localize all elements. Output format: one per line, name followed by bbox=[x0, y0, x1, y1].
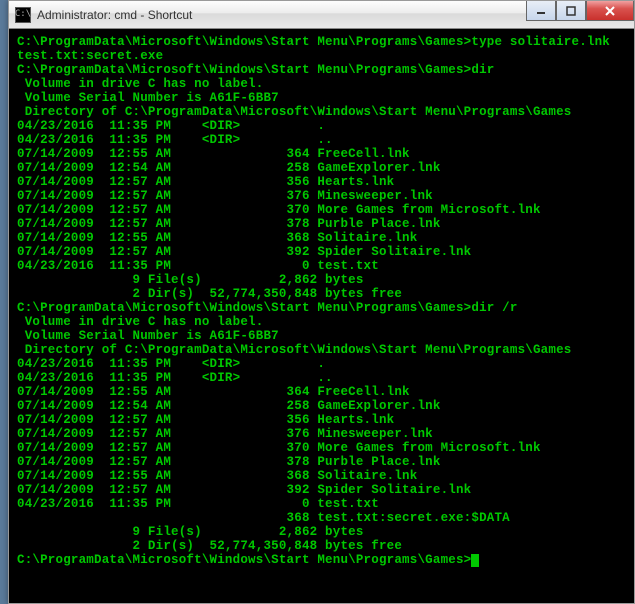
terminal-line: 07/14/2009 12:57 AM 378 Purble Place.lnk bbox=[17, 217, 626, 231]
cursor bbox=[471, 554, 479, 567]
maximize-icon bbox=[566, 6, 576, 16]
terminal-line: 07/14/2009 12:54 AM 258 GameExplorer.lnk bbox=[17, 399, 626, 413]
window-title: Administrator: cmd - Shortcut bbox=[37, 8, 192, 22]
terminal-line: 2 Dir(s) 52,774,350,848 bytes free bbox=[17, 539, 626, 553]
terminal-line: 07/14/2009 12:55 AM 364 FreeCell.lnk bbox=[17, 147, 626, 161]
close-icon bbox=[604, 6, 616, 16]
terminal-line: 07/14/2009 12:57 AM 370 More Games from … bbox=[17, 203, 626, 217]
terminal-line: 368 test.txt:secret.exe:$DATA bbox=[17, 511, 626, 525]
cmd-window: C:\ Administrator: cmd - Shortcut C:\Pro… bbox=[8, 0, 635, 604]
terminal-line: 07/14/2009 12:54 AM 258 GameExplorer.lnk bbox=[17, 161, 626, 175]
terminal-line: 9 File(s) 2,862 bytes bbox=[17, 525, 626, 539]
terminal-line: Volume Serial Number is A61F-6BB7 bbox=[17, 91, 626, 105]
terminal-line: 9 File(s) 2,862 bytes bbox=[17, 273, 626, 287]
terminal-line: C:\ProgramData\Microsoft\Windows\Start M… bbox=[17, 35, 626, 49]
maximize-button[interactable] bbox=[556, 1, 586, 21]
terminal-line: 07/14/2009 12:57 AM 356 Hearts.lnk bbox=[17, 175, 626, 189]
terminal-line: Volume in drive C has no label. bbox=[17, 315, 626, 329]
terminal-line: C:\ProgramData\Microsoft\Windows\Start M… bbox=[17, 63, 626, 77]
terminal-line: C:\ProgramData\Microsoft\Windows\Start M… bbox=[17, 301, 626, 315]
terminal-line: Directory of C:\ProgramData\Microsoft\Wi… bbox=[17, 105, 626, 119]
terminal-line: 04/23/2016 11:35 PM <DIR> .. bbox=[17, 133, 626, 147]
cmd-icon: C:\ bbox=[15, 7, 31, 23]
minimize-icon bbox=[536, 6, 546, 16]
terminal-line: Volume in drive C has no label. bbox=[17, 77, 626, 91]
close-button[interactable] bbox=[586, 1, 634, 21]
window-controls bbox=[526, 1, 634, 21]
terminal-line: 07/14/2009 12:57 AM 356 Hearts.lnk bbox=[17, 413, 626, 427]
terminal-line: test.txt:secret.exe bbox=[17, 49, 626, 63]
terminal-line: 04/23/2016 11:35 PM 0 test.txt bbox=[17, 497, 626, 511]
terminal-line: 04/23/2016 11:35 PM 0 test.txt bbox=[17, 259, 626, 273]
terminal-line: 07/14/2009 12:57 AM 376 Minesweeper.lnk bbox=[17, 189, 626, 203]
terminal-line: 2 Dir(s) 52,774,350,848 bytes free bbox=[17, 287, 626, 301]
terminal-line: Directory of C:\ProgramData\Microsoft\Wi… bbox=[17, 343, 626, 357]
terminal-line: 07/14/2009 12:55 AM 368 Solitaire.lnk bbox=[17, 231, 626, 245]
terminal-line: 07/14/2009 12:55 AM 364 FreeCell.lnk bbox=[17, 385, 626, 399]
terminal-line: 04/23/2016 11:35 PM <DIR> . bbox=[17, 119, 626, 133]
terminal-line: 07/14/2009 12:55 AM 368 Solitaire.lnk bbox=[17, 469, 626, 483]
terminal-prompt[interactable]: C:\ProgramData\Microsoft\Windows\Start M… bbox=[17, 553, 626, 567]
terminal-line: 07/14/2009 12:57 AM 392 Spider Solitaire… bbox=[17, 245, 626, 259]
terminal-line: 07/14/2009 12:57 AM 370 More Games from … bbox=[17, 441, 626, 455]
titlebar[interactable]: C:\ Administrator: cmd - Shortcut bbox=[9, 1, 634, 29]
terminal-output[interactable]: C:\ProgramData\Microsoft\Windows\Start M… bbox=[9, 29, 634, 603]
terminal-line: 07/14/2009 12:57 AM 376 Minesweeper.lnk bbox=[17, 427, 626, 441]
terminal-line: 04/23/2016 11:35 PM <DIR> . bbox=[17, 357, 626, 371]
terminal-line: Volume Serial Number is A61F-6BB7 bbox=[17, 329, 626, 343]
terminal-line: 07/14/2009 12:57 AM 392 Spider Solitaire… bbox=[17, 483, 626, 497]
terminal-line: 04/23/2016 11:35 PM <DIR> .. bbox=[17, 371, 626, 385]
terminal-line: 07/14/2009 12:57 AM 378 Purble Place.lnk bbox=[17, 455, 626, 469]
minimize-button[interactable] bbox=[526, 1, 556, 21]
